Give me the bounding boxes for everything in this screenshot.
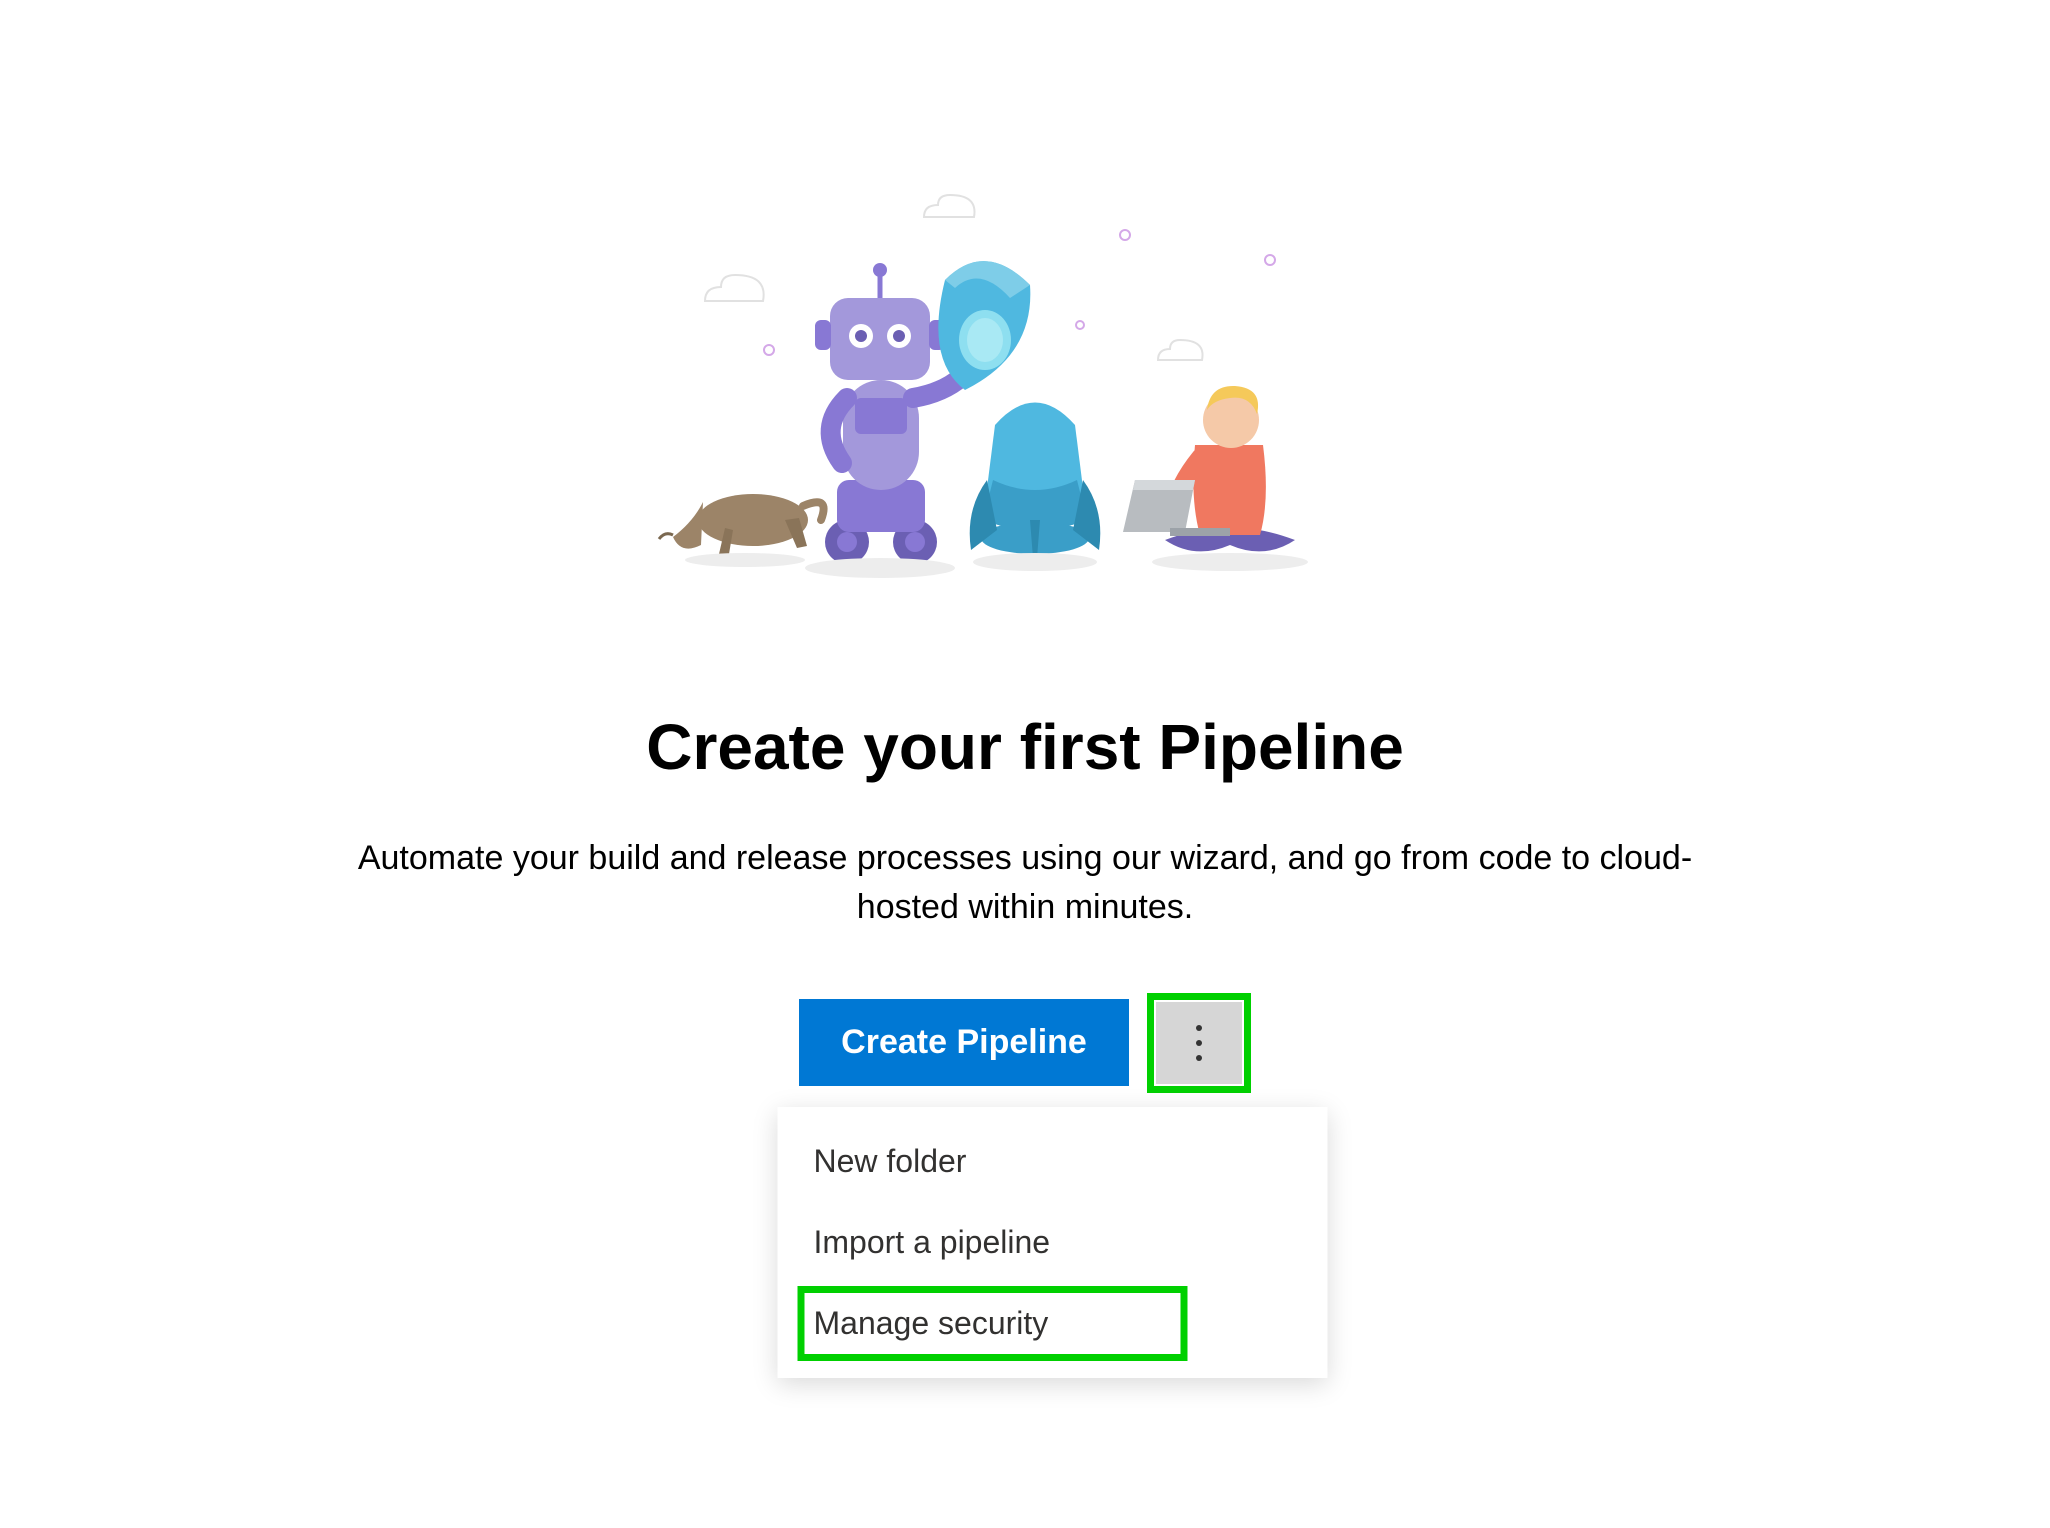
menu-item-new-folder[interactable]: New folder	[778, 1121, 1328, 1202]
action-button-row: Create Pipeline New folder Import a pipe…	[799, 993, 1251, 1093]
menu-item-import-pipeline[interactable]: Import a pipeline	[778, 1202, 1328, 1283]
page-heading: Create your first Pipeline	[646, 710, 1404, 784]
vertical-dots-icon	[1196, 1025, 1202, 1061]
more-actions-button[interactable]	[1156, 1002, 1242, 1084]
create-pipeline-button[interactable]: Create Pipeline	[799, 999, 1129, 1086]
more-actions-menu: New folder Import a pipeline Manage secu…	[778, 1107, 1328, 1378]
empty-state-illustration	[615, 180, 1435, 650]
more-button-highlight	[1147, 993, 1251, 1093]
menu-item-manage-security[interactable]: Manage security	[778, 1283, 1328, 1364]
page-description: Automate your build and release processe…	[325, 834, 1725, 933]
